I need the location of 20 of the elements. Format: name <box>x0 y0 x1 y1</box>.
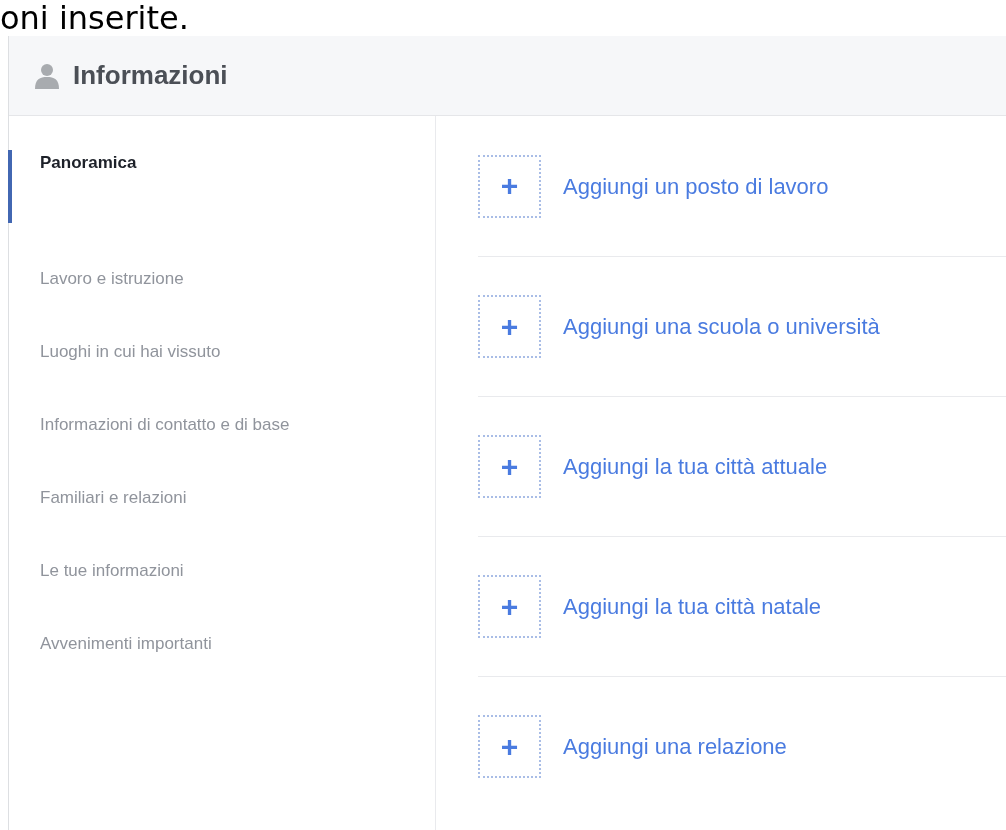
add-link[interactable]: Aggiungi una scuola o università <box>563 310 880 343</box>
add-link[interactable]: Aggiungi una relazione <box>563 730 787 763</box>
add-button[interactable]: + <box>478 715 541 778</box>
add-link[interactable]: Aggiungi la tua città natale <box>563 590 822 623</box>
sidebar-item[interactable]: Le tue informazioni <box>8 548 435 621</box>
add-button[interactable]: + <box>478 295 541 358</box>
sidebar-item[interactable]: Lavoro e istruzione <box>8 256 435 329</box>
add-button[interactable]: + <box>478 154 541 218</box>
add-link[interactable]: Aggiungi un posto di lavoro <box>563 169 829 203</box>
sidebar-item[interactable]: Luoghi in cui hai vissuto <box>8 329 435 402</box>
add-button[interactable]: + <box>478 435 541 498</box>
sidebar-item[interactable]: Familiari e relazioni <box>8 475 435 548</box>
add-link[interactable]: Aggiungi la tua città attuale <box>563 450 828 483</box>
sidebar-item[interactable]: Informazioni di contatto e di base <box>8 402 435 475</box>
person-icon <box>35 62 59 89</box>
sidebar-item[interactable]: Avvenimenti importanti <box>8 621 435 694</box>
sidebar-item[interactable]: Panoramica <box>8 150 435 223</box>
caption-text: oni inserite. <box>0 0 189 36</box>
section-title: Informazioni <box>73 59 228 92</box>
add-button[interactable]: + <box>478 575 541 638</box>
